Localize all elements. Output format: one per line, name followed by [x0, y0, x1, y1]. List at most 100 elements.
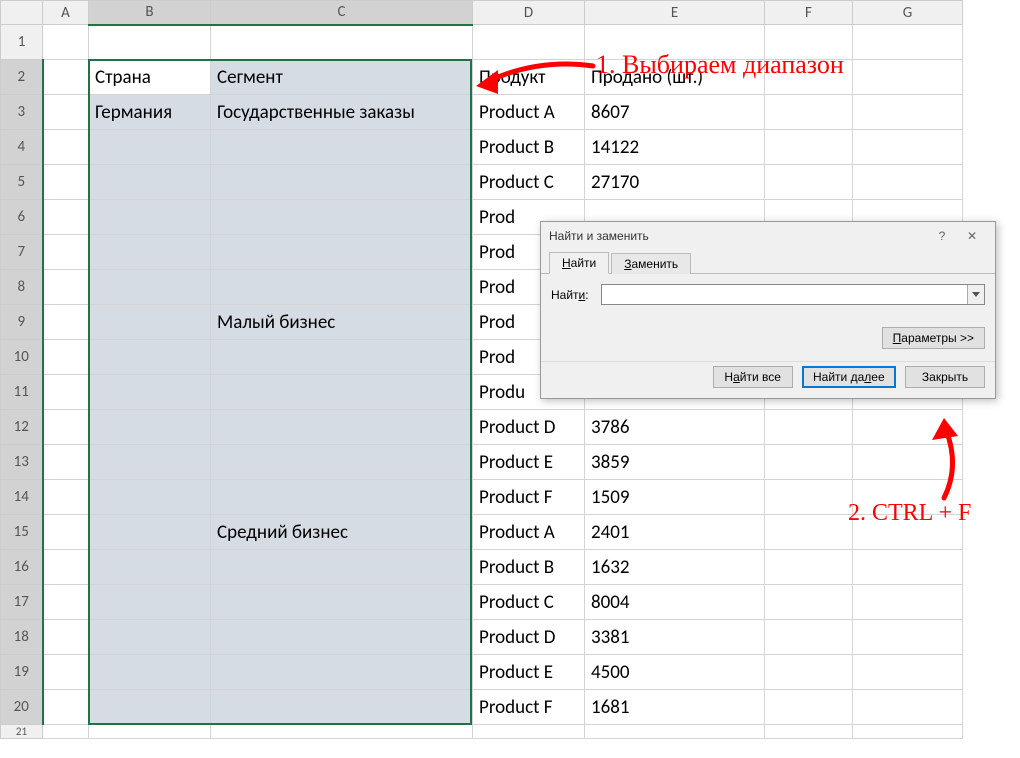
cell[interactable]	[853, 725, 963, 739]
cell[interactable]: 1681	[585, 690, 765, 725]
cell[interactable]: Германия	[89, 95, 211, 130]
cell[interactable]	[43, 270, 89, 305]
cell[interactable]	[765, 655, 853, 690]
cell[interactable]	[853, 25, 963, 60]
cell[interactable]	[853, 690, 963, 725]
cell[interactable]	[89, 655, 211, 690]
cell[interactable]	[89, 480, 211, 515]
cell[interactable]	[43, 445, 89, 480]
cell[interactable]	[43, 340, 89, 375]
cell[interactable]	[89, 25, 211, 60]
row-header[interactable]: 9	[1, 305, 43, 340]
cell[interactable]	[211, 410, 473, 445]
row-header[interactable]: 4	[1, 130, 43, 165]
find-combobox[interactable]	[601, 284, 985, 305]
col-header-C[interactable]: C	[211, 1, 473, 25]
cell[interactable]	[765, 480, 853, 515]
row-header[interactable]: 7	[1, 235, 43, 270]
cell[interactable]: 8004	[585, 585, 765, 620]
cell[interactable]	[43, 480, 89, 515]
cell[interactable]	[211, 200, 473, 235]
cell[interactable]	[211, 690, 473, 725]
cell[interactable]: 8607	[585, 95, 765, 130]
cell[interactable]	[89, 585, 211, 620]
cell[interactable]	[43, 410, 89, 445]
row-header[interactable]: 17	[1, 585, 43, 620]
cell[interactable]	[765, 410, 853, 445]
row-header[interactable]: 2	[1, 60, 43, 95]
row-header[interactable]: 3	[1, 95, 43, 130]
chevron-down-icon[interactable]	[967, 285, 984, 304]
cell[interactable]	[43, 690, 89, 725]
cell-header-sold[interactable]: Продано (шт.)	[585, 60, 765, 95]
cell[interactable]: 1632	[585, 550, 765, 585]
row-header[interactable]: 14	[1, 480, 43, 515]
cell[interactable]	[853, 550, 963, 585]
cell[interactable]	[43, 60, 89, 95]
cell-header-segment[interactable]: Сегмент	[211, 60, 473, 95]
col-header-A[interactable]: A	[43, 1, 89, 25]
cell[interactable]	[765, 25, 853, 60]
row-header[interactable]: 6	[1, 200, 43, 235]
cell[interactable]: Product D	[473, 620, 585, 655]
tab-replace[interactable]: Заменить	[611, 253, 691, 274]
cell[interactable]: Product E	[473, 445, 585, 480]
cell[interactable]	[853, 165, 963, 200]
row-header[interactable]: 11	[1, 375, 43, 410]
help-icon[interactable]: ?	[927, 229, 957, 243]
cell[interactable]	[853, 620, 963, 655]
cell[interactable]	[211, 725, 473, 739]
cell[interactable]	[853, 655, 963, 690]
close-icon[interactable]: ✕	[957, 229, 987, 243]
cell[interactable]	[765, 165, 853, 200]
cell[interactable]	[211, 585, 473, 620]
cell[interactable]	[43, 375, 89, 410]
find-input[interactable]	[602, 285, 967, 304]
row-header[interactable]: 10	[1, 340, 43, 375]
cell[interactable]	[43, 25, 89, 60]
col-header-B[interactable]: B	[89, 1, 211, 25]
cell[interactable]: 3859	[585, 445, 765, 480]
cell[interactable]	[211, 340, 473, 375]
cell[interactable]	[211, 655, 473, 690]
cell[interactable]	[765, 725, 853, 739]
cell[interactable]: Государственные заказы	[211, 95, 473, 130]
cell[interactable]: Product B	[473, 550, 585, 585]
cell[interactable]	[211, 550, 473, 585]
cell[interactable]: Product A	[473, 515, 585, 550]
cell[interactable]	[89, 725, 211, 739]
cell[interactable]	[89, 410, 211, 445]
cell[interactable]	[765, 585, 853, 620]
cell[interactable]	[89, 340, 211, 375]
cell[interactable]	[43, 95, 89, 130]
cell[interactable]	[765, 690, 853, 725]
row-header[interactable]: 13	[1, 445, 43, 480]
cell[interactable]	[765, 515, 853, 550]
cell[interactable]	[89, 235, 211, 270]
cell[interactable]	[211, 620, 473, 655]
cell[interactable]: 1509	[585, 480, 765, 515]
cell[interactable]	[211, 130, 473, 165]
cell[interactable]: Product C	[473, 165, 585, 200]
cell[interactable]	[89, 690, 211, 725]
col-header-G[interactable]: G	[853, 1, 963, 25]
cell-header-product[interactable]: Продукт	[473, 60, 585, 95]
cell[interactable]	[853, 95, 963, 130]
cell[interactable]	[89, 550, 211, 585]
cell[interactable]	[211, 445, 473, 480]
cell[interactable]: 2401	[585, 515, 765, 550]
cell[interactable]	[89, 445, 211, 480]
cell[interactable]	[853, 410, 963, 445]
cell[interactable]	[853, 445, 963, 480]
col-header-F[interactable]: F	[765, 1, 853, 25]
cell[interactable]	[43, 655, 89, 690]
row-header[interactable]: 8	[1, 270, 43, 305]
cell[interactable]	[853, 585, 963, 620]
cell[interactable]: Product B	[473, 130, 585, 165]
cell[interactable]	[765, 550, 853, 585]
cell[interactable]	[585, 725, 765, 739]
cell[interactable]	[765, 445, 853, 480]
cell[interactable]	[765, 60, 853, 95]
cell[interactable]: 14122	[585, 130, 765, 165]
row-header[interactable]: 1	[1, 25, 43, 60]
